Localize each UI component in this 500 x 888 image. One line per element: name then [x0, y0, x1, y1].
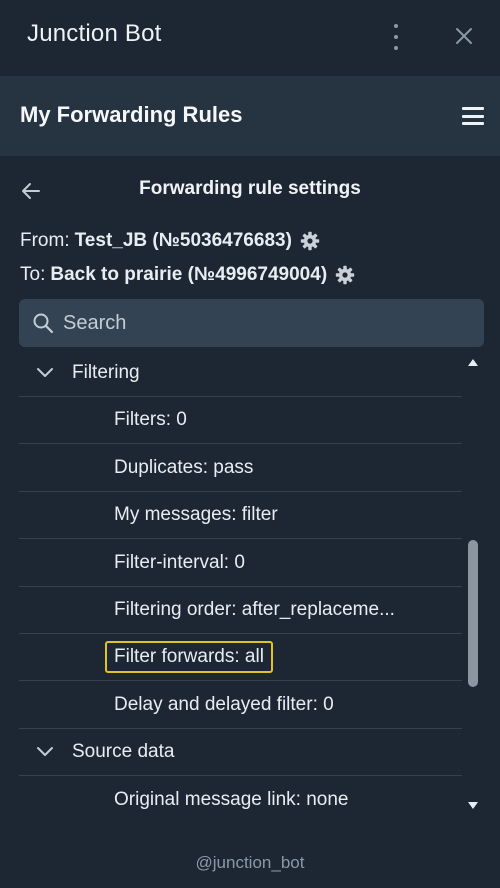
chevron-down-icon — [37, 747, 53, 756]
scroll-down-arrow-icon[interactable] — [467, 801, 479, 811]
settings-list: Filtering Filters: 0 Duplicates: pass My… — [19, 350, 462, 820]
title-bar: Junction Bot — [0, 0, 500, 76]
from-value: Test_JB (№5036476683) — [74, 230, 292, 251]
list-item-filter-interval[interactable]: Filter-interval: 0 — [19, 540, 462, 587]
item-label: Delay and delayed filter: 0 — [114, 694, 334, 715]
group-label: Filtering — [72, 362, 140, 383]
item-label: My messages: filter — [114, 504, 278, 525]
scrollbar-thumb[interactable] — [468, 540, 478, 687]
item-label: Filtering order: after_replaceme... — [114, 599, 395, 620]
scroll-up-arrow-icon[interactable] — [467, 357, 479, 367]
list-item-duplicates[interactable]: Duplicates: pass — [19, 445, 462, 492]
footer-handle: @junction_bot — [195, 853, 305, 872]
hamburger-icon[interactable] — [462, 107, 484, 125]
list-item-filtering-order[interactable]: Filtering order: after_replaceme... — [19, 587, 462, 634]
scrollbar[interactable] — [462, 350, 484, 820]
gear-icon[interactable] — [300, 231, 320, 251]
list-item-my-messages[interactable]: My messages: filter — [19, 492, 462, 539]
header-bar: My Forwarding Rules — [0, 76, 500, 156]
item-label-highlighted: Filter forwards: all — [105, 641, 273, 673]
from-line: From: Test_JB (№5036476683) — [20, 230, 320, 252]
list-item-filter-forwards[interactable]: Filter forwards: all — [19, 634, 462, 681]
gear-icon[interactable] — [335, 265, 355, 285]
app-title: Junction Bot — [27, 20, 162, 47]
group-filtering[interactable]: Filtering — [19, 350, 462, 397]
search-box[interactable] — [19, 299, 484, 347]
section-title: Forwarding rule settings — [139, 178, 361, 199]
chevron-down-icon — [37, 368, 53, 377]
item-label: Filters: 0 — [114, 409, 187, 430]
group-source-data[interactable]: Source data — [19, 729, 462, 776]
kebab-icon[interactable] — [388, 24, 404, 50]
search-icon — [33, 313, 54, 334]
search-input[interactable] — [63, 299, 463, 347]
to-line: To: Back to prairie (№4996749004) — [20, 264, 355, 286]
item-label: Filter-interval: 0 — [114, 552, 245, 573]
close-icon[interactable] — [454, 26, 474, 46]
list-item-filters[interactable]: Filters: 0 — [19, 397, 462, 444]
page-title: My Forwarding Rules — [20, 102, 243, 127]
to-value: Back to prairie (№4996749004) — [50, 264, 328, 285]
list-item-delay[interactable]: Delay and delayed filter: 0 — [19, 682, 462, 729]
item-label: Original message link: none — [114, 789, 349, 810]
from-label: From: — [20, 230, 70, 251]
item-label: Duplicates: pass — [114, 457, 254, 478]
group-label: Source data — [72, 741, 175, 762]
list-item-original-link[interactable]: Original message link: none — [19, 777, 462, 820]
to-label: To: — [20, 264, 46, 285]
